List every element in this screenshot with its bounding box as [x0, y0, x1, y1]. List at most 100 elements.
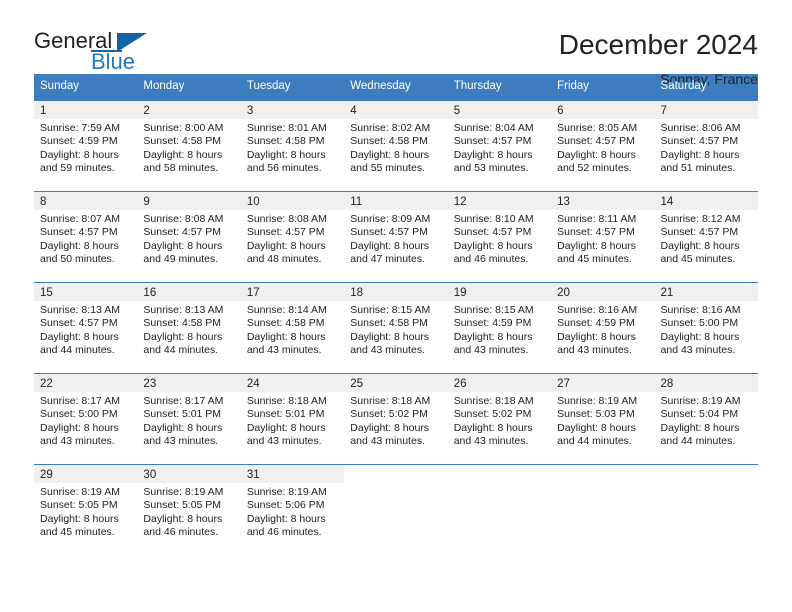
day-number-band [447, 464, 552, 483]
day-cell[interactable]: 16 Sunrise: 8:13 AM Sunset: 4:58 PM Dayl… [137, 282, 241, 373]
daylight-text-line2: and 44 minutes. [660, 435, 736, 448]
sunset-text: Sunset: 4:57 PM [453, 226, 532, 239]
day-cell[interactable]: 22 Sunrise: 8:17 AM Sunset: 5:00 PM Dayl… [34, 373, 138, 464]
day-number-band: 19 [447, 282, 552, 301]
sunrise-text: Sunrise: 7:59 AM [40, 121, 120, 134]
day-cell[interactable]: 15 Sunrise: 8:13 AM Sunset: 4:57 PM Dayl… [34, 282, 138, 373]
day-cell[interactable]: 26 Sunrise: 8:18 AM Sunset: 5:02 PM Dayl… [447, 373, 552, 464]
daylight-text-line2: and 56 minutes. [246, 162, 322, 175]
day-cell[interactable]: 18 Sunrise: 8:15 AM Sunset: 4:58 PM Dayl… [344, 282, 448, 373]
day-cell[interactable]: 20 Sunrise: 8:16 AM Sunset: 4:59 PM Dayl… [551, 282, 655, 373]
daylight-text-line1: Daylight: 8 hours [40, 239, 119, 252]
sunset-text: Sunset: 5:04 PM [660, 408, 739, 421]
day-cell[interactable]: 2 Sunrise: 8:00 AM Sunset: 4:58 PM Dayli… [137, 100, 241, 191]
sunrise-text: Sunrise: 8:05 AM [557, 121, 638, 134]
day-cell[interactable]: 25 Sunrise: 8:18 AM Sunset: 5:02 PM Dayl… [344, 373, 448, 464]
daylight-text-line1: Daylight: 8 hours [143, 330, 223, 343]
sunset-text: Sunset: 4:57 PM [246, 226, 325, 239]
day-number: 9 [143, 195, 150, 208]
day-cell[interactable]: 11 Sunrise: 8:09 AM Sunset: 4:57 PM Dayl… [344, 191, 448, 282]
daylight-text-line2: and 44 minutes. [143, 344, 219, 357]
day-cell[interactable]: 6 Sunrise: 8:05 AM Sunset: 4:57 PM Dayli… [551, 100, 655, 191]
daylight-text-line2: and 45 minutes. [40, 526, 115, 539]
daylight-text-line1: Daylight: 8 hours [40, 330, 119, 343]
daylight-text-line2: and 49 minutes. [143, 253, 219, 266]
day-number: 21 [660, 286, 674, 299]
day-cell[interactable]: 21 Sunrise: 8:16 AM Sunset: 5:00 PM Dayl… [654, 282, 758, 373]
daylight-text-line1: Daylight: 8 hours [40, 512, 119, 525]
sunset-text: Sunset: 4:58 PM [350, 317, 428, 330]
day-number-band: 29 [34, 464, 138, 483]
sunrise-text: Sunrise: 8:15 AM [350, 303, 431, 316]
daylight-text-line2: and 58 minutes. [143, 162, 219, 175]
daylight-text-line1: Daylight: 8 hours [143, 239, 223, 252]
daylight-text-line2: and 43 minutes. [350, 344, 425, 357]
daylight-text-line1: Daylight: 8 hours [557, 330, 636, 343]
sunrise-text: Sunrise: 8:17 AM [143, 394, 224, 407]
day-cell[interactable]: 28 Sunrise: 8:19 AM Sunset: 5:04 PM Dayl… [654, 373, 758, 464]
day-cell[interactable]: 7 Sunrise: 8:06 AM Sunset: 4:57 PM Dayli… [654, 100, 758, 191]
day-cell[interactable]: 12 Sunrise: 8:10 AM Sunset: 4:57 PM Dayl… [447, 191, 552, 282]
day-cell[interactable]: 17 Sunrise: 8:14 AM Sunset: 4:58 PM Dayl… [240, 282, 345, 373]
day-cell[interactable]: 27 Sunrise: 8:19 AM Sunset: 5:03 PM Dayl… [551, 373, 655, 464]
day-cell[interactable]: 5 Sunrise: 8:04 AM Sunset: 4:57 PM Dayli… [447, 100, 552, 191]
daylight-text-line2: and 50 minutes. [40, 253, 115, 266]
day-cell[interactable]: 8 Sunrise: 8:07 AM Sunset: 4:57 PM Dayli… [34, 191, 138, 282]
sunset-text: Sunset: 4:58 PM [350, 135, 428, 148]
day-number: 5 [453, 104, 461, 117]
day-cell[interactable]: 9 Sunrise: 8:08 AM Sunset: 4:57 PM Dayli… [137, 191, 241, 282]
weekday-header-thursday: Thursday [453, 80, 502, 92]
sunrise-text: Sunrise: 8:19 AM [143, 485, 224, 498]
day-cell[interactable]: 4 Sunrise: 8:02 AM Sunset: 4:58 PM Dayli… [344, 100, 448, 191]
day-details: Sunrise: 8:18 AM Sunset: 5:02 PM Dayligh… [344, 392, 447, 449]
day-number-band: 20 [551, 282, 655, 301]
daylight-text-line1: Daylight: 8 hours [246, 239, 326, 252]
day-details: Sunrise: 8:11 AM Sunset: 4:57 PM Dayligh… [551, 210, 654, 267]
day-details: Sunrise: 8:16 AM Sunset: 5:00 PM Dayligh… [655, 301, 758, 358]
page-header: General Blue December 2024 Sonnay, Franc… [0, 0, 792, 87]
day-cell[interactable]: 14 Sunrise: 8:12 AM Sunset: 4:57 PM Dayl… [654, 191, 758, 282]
day-number: 10 [246, 195, 260, 208]
logo-text-blue: Blue [91, 49, 136, 74]
daylight-text-line1: Daylight: 8 hours [660, 148, 740, 161]
daylight-text-line2: and 43 minutes. [660, 344, 736, 357]
daylight-text-line1: Daylight: 8 hours [143, 148, 223, 161]
day-number-band: 27 [551, 373, 655, 392]
day-cell-empty [551, 464, 655, 555]
day-cell[interactable]: 29 Sunrise: 8:19 AM Sunset: 5:05 PM Dayl… [34, 464, 138, 555]
day-details: Sunrise: 8:08 AM Sunset: 4:57 PM Dayligh… [241, 210, 344, 267]
sunrise-text: Sunrise: 8:00 AM [143, 121, 224, 134]
day-details: Sunrise: 8:19 AM Sunset: 5:06 PM Dayligh… [241, 483, 344, 540]
day-number-band: 1 [34, 100, 138, 119]
sunrise-text: Sunrise: 8:14 AM [246, 303, 327, 316]
sunset-text: Sunset: 4:59 PM [557, 317, 635, 330]
day-cell[interactable]: 13 Sunrise: 8:11 AM Sunset: 4:57 PM Dayl… [551, 191, 655, 282]
day-cell-empty [447, 464, 552, 555]
day-details: Sunrise: 8:00 AM Sunset: 4:58 PM Dayligh… [137, 119, 240, 176]
day-cell[interactable]: 10 Sunrise: 8:08 AM Sunset: 4:57 PM Dayl… [240, 191, 345, 282]
day-cell[interactable]: 24 Sunrise: 8:18 AM Sunset: 5:01 PM Dayl… [240, 373, 345, 464]
general-blue-logo[interactable]: General Blue [34, 30, 164, 78]
day-number-band: 21 [654, 282, 758, 301]
day-cell[interactable]: 3 Sunrise: 8:01 AM Sunset: 4:58 PM Dayli… [240, 100, 345, 191]
sunrise-text: Sunrise: 8:01 AM [246, 121, 327, 134]
day-number-band [654, 464, 758, 483]
day-number: 4 [350, 104, 357, 117]
sunset-text: Sunset: 4:57 PM [557, 135, 635, 148]
daylight-text-line2: and 43 minutes. [453, 344, 529, 357]
daylight-text-line1: Daylight: 8 hours [350, 421, 430, 434]
day-cell[interactable]: 31 Sunrise: 8:19 AM Sunset: 5:06 PM Dayl… [240, 464, 345, 555]
day-cell[interactable]: 30 Sunrise: 8:19 AM Sunset: 5:05 PM Dayl… [137, 464, 241, 555]
sunrise-text: Sunrise: 8:16 AM [660, 303, 741, 316]
daylight-text-line1: Daylight: 8 hours [246, 330, 326, 343]
day-details: Sunrise: 8:02 AM Sunset: 4:58 PM Dayligh… [344, 119, 447, 176]
sunset-text: Sunset: 5:01 PM [246, 408, 325, 421]
day-number-band: 24 [240, 373, 345, 392]
day-number-band [344, 464, 448, 483]
day-cell[interactable]: 19 Sunrise: 8:15 AM Sunset: 4:59 PM Dayl… [447, 282, 552, 373]
daylight-text-line2: and 44 minutes. [557, 435, 632, 448]
day-cell[interactable]: 23 Sunrise: 8:17 AM Sunset: 5:01 PM Dayl… [137, 373, 241, 464]
daylight-text-line1: Daylight: 8 hours [453, 148, 533, 161]
day-cell[interactable]: 1 Sunrise: 7:59 AM Sunset: 4:59 PM Dayli… [34, 100, 138, 191]
day-number: 6 [557, 104, 564, 117]
